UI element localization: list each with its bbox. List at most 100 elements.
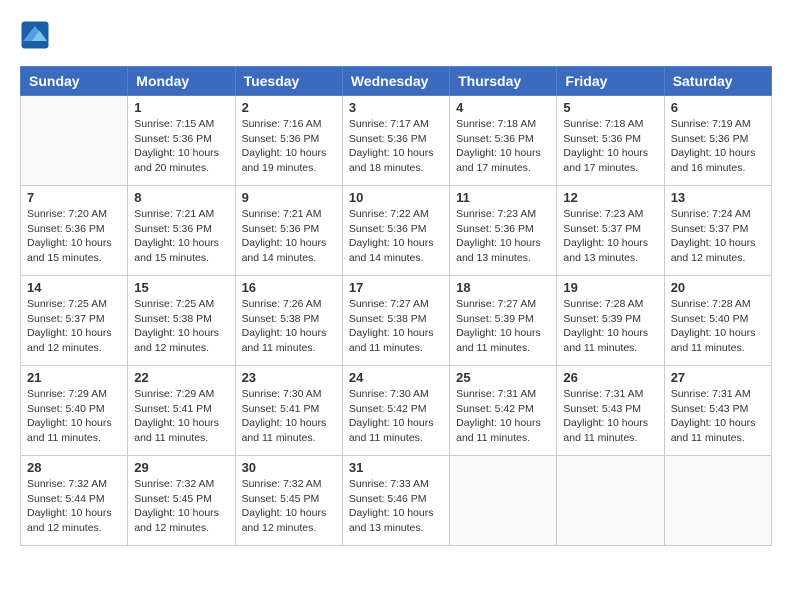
- day-info: Sunrise: 7:17 AM Sunset: 5:36 PM Dayligh…: [349, 117, 443, 176]
- calendar-cell: 2 Sunrise: 7:16 AM Sunset: 5:36 PM Daylig…: [235, 96, 342, 186]
- calendar-cell: [664, 456, 771, 546]
- week-row-1: 1 Sunrise: 7:15 AM Sunset: 5:36 PM Daylig…: [21, 96, 772, 186]
- calendar-cell: [450, 456, 557, 546]
- day-number: 2: [242, 100, 336, 115]
- calendar-body: 1 Sunrise: 7:15 AM Sunset: 5:36 PM Daylig…: [21, 96, 772, 546]
- day-info: Sunrise: 7:20 AM Sunset: 5:36 PM Dayligh…: [27, 207, 121, 266]
- day-info: Sunrise: 7:26 AM Sunset: 5:38 PM Dayligh…: [242, 297, 336, 356]
- day-header-sunday: Sunday: [21, 67, 128, 96]
- calendar-cell: 5 Sunrise: 7:18 AM Sunset: 5:36 PM Daylig…: [557, 96, 664, 186]
- day-info: Sunrise: 7:18 AM Sunset: 5:36 PM Dayligh…: [456, 117, 550, 176]
- day-header-wednesday: Wednesday: [342, 67, 449, 96]
- day-info: Sunrise: 7:27 AM Sunset: 5:38 PM Dayligh…: [349, 297, 443, 356]
- day-info: Sunrise: 7:27 AM Sunset: 5:39 PM Dayligh…: [456, 297, 550, 356]
- day-header-tuesday: Tuesday: [235, 67, 342, 96]
- calendar-cell: [557, 456, 664, 546]
- day-info: Sunrise: 7:31 AM Sunset: 5:42 PM Dayligh…: [456, 387, 550, 446]
- day-info: Sunrise: 7:31 AM Sunset: 5:43 PM Dayligh…: [563, 387, 657, 446]
- calendar-cell: 26 Sunrise: 7:31 AM Sunset: 5:43 PM Dayli…: [557, 366, 664, 456]
- day-info: Sunrise: 7:29 AM Sunset: 5:40 PM Dayligh…: [27, 387, 121, 446]
- week-row-4: 21 Sunrise: 7:29 AM Sunset: 5:40 PM Dayli…: [21, 366, 772, 456]
- day-info: Sunrise: 7:31 AM Sunset: 5:43 PM Dayligh…: [671, 387, 765, 446]
- day-info: Sunrise: 7:28 AM Sunset: 5:39 PM Dayligh…: [563, 297, 657, 356]
- calendar-cell: 8 Sunrise: 7:21 AM Sunset: 5:36 PM Daylig…: [128, 186, 235, 276]
- calendar-cell: 23 Sunrise: 7:30 AM Sunset: 5:41 PM Dayli…: [235, 366, 342, 456]
- day-number: 10: [349, 190, 443, 205]
- calendar-cell: 7 Sunrise: 7:20 AM Sunset: 5:36 PM Daylig…: [21, 186, 128, 276]
- page-header: [20, 20, 772, 50]
- day-info: Sunrise: 7:21 AM Sunset: 5:36 PM Dayligh…: [242, 207, 336, 266]
- day-number: 13: [671, 190, 765, 205]
- calendar-cell: 25 Sunrise: 7:31 AM Sunset: 5:42 PM Dayli…: [450, 366, 557, 456]
- day-header-friday: Friday: [557, 67, 664, 96]
- calendar-cell: 11Sunrise: 7:23 AM Sunset: 5:36 PM Dayli…: [450, 186, 557, 276]
- day-number: 8: [134, 190, 228, 205]
- day-info: Sunrise: 7:25 AM Sunset: 5:37 PM Dayligh…: [27, 297, 121, 356]
- day-info: Sunrise: 7:23 AM Sunset: 5:37 PM Dayligh…: [563, 207, 657, 266]
- day-number: 18: [456, 280, 550, 295]
- day-number: 16: [242, 280, 336, 295]
- day-number: 31: [349, 460, 443, 475]
- day-number: 1: [134, 100, 228, 115]
- calendar-cell: 3 Sunrise: 7:17 AM Sunset: 5:36 PM Daylig…: [342, 96, 449, 186]
- logo: [20, 20, 54, 50]
- calendar-table: SundayMondayTuesdayWednesdayThursdayFrid…: [20, 66, 772, 546]
- day-header-thursday: Thursday: [450, 67, 557, 96]
- calendar-cell: 21 Sunrise: 7:29 AM Sunset: 5:40 PM Dayli…: [21, 366, 128, 456]
- day-info: Sunrise: 7:24 AM Sunset: 5:37 PM Dayligh…: [671, 207, 765, 266]
- day-info: Sunrise: 7:32 AM Sunset: 5:44 PM Dayligh…: [27, 477, 121, 536]
- calendar-cell: 16 Sunrise: 7:26 AM Sunset: 5:38 PM Dayli…: [235, 276, 342, 366]
- logo-icon: [20, 20, 50, 50]
- day-number: 25: [456, 370, 550, 385]
- day-number: 5: [563, 100, 657, 115]
- day-number: 29: [134, 460, 228, 475]
- calendar-cell: 1 Sunrise: 7:15 AM Sunset: 5:36 PM Daylig…: [128, 96, 235, 186]
- day-info: Sunrise: 7:30 AM Sunset: 5:41 PM Dayligh…: [242, 387, 336, 446]
- day-header-saturday: Saturday: [664, 67, 771, 96]
- calendar-cell: [21, 96, 128, 186]
- calendar-cell: 6 Sunrise: 7:19 AM Sunset: 5:36 PM Daylig…: [664, 96, 771, 186]
- day-number: 19: [563, 280, 657, 295]
- day-info: Sunrise: 7:16 AM Sunset: 5:36 PM Dayligh…: [242, 117, 336, 176]
- day-number: 26: [563, 370, 657, 385]
- day-info: Sunrise: 7:22 AM Sunset: 5:36 PM Dayligh…: [349, 207, 443, 266]
- calendar-header-row: SundayMondayTuesdayWednesdayThursdayFrid…: [21, 67, 772, 96]
- calendar-cell: 28 Sunrise: 7:32 AM Sunset: 5:44 PM Dayli…: [21, 456, 128, 546]
- calendar-cell: 14 Sunrise: 7:25 AM Sunset: 5:37 PM Dayli…: [21, 276, 128, 366]
- calendar-cell: 13 Sunrise: 7:24 AM Sunset: 5:37 PM Dayli…: [664, 186, 771, 276]
- day-number: 20: [671, 280, 765, 295]
- day-info: Sunrise: 7:18 AM Sunset: 5:36 PM Dayligh…: [563, 117, 657, 176]
- calendar-cell: 31Sunrise: 7:33 AM Sunset: 5:46 PM Dayli…: [342, 456, 449, 546]
- calendar-cell: 19 Sunrise: 7:28 AM Sunset: 5:39 PM Dayli…: [557, 276, 664, 366]
- day-number: 14: [27, 280, 121, 295]
- day-number: 24: [349, 370, 443, 385]
- day-info: Sunrise: 7:19 AM Sunset: 5:36 PM Dayligh…: [671, 117, 765, 176]
- day-number: 3: [349, 100, 443, 115]
- day-number: 17: [349, 280, 443, 295]
- calendar-cell: 15Sunrise: 7:25 AM Sunset: 5:38 PM Dayli…: [128, 276, 235, 366]
- day-info: Sunrise: 7:30 AM Sunset: 5:42 PM Dayligh…: [349, 387, 443, 446]
- day-info: Sunrise: 7:32 AM Sunset: 5:45 PM Dayligh…: [242, 477, 336, 536]
- week-row-2: 7 Sunrise: 7:20 AM Sunset: 5:36 PM Daylig…: [21, 186, 772, 276]
- day-info: Sunrise: 7:21 AM Sunset: 5:36 PM Dayligh…: [134, 207, 228, 266]
- day-number: 21: [27, 370, 121, 385]
- day-number: 27: [671, 370, 765, 385]
- day-info: Sunrise: 7:15 AM Sunset: 5:36 PM Dayligh…: [134, 117, 228, 176]
- day-number: 11: [456, 190, 550, 205]
- calendar-cell: 17 Sunrise: 7:27 AM Sunset: 5:38 PM Dayli…: [342, 276, 449, 366]
- day-info: Sunrise: 7:25 AM Sunset: 5:38 PM Dayligh…: [134, 297, 228, 356]
- calendar-cell: 18 Sunrise: 7:27 AM Sunset: 5:39 PM Dayli…: [450, 276, 557, 366]
- day-number: 28: [27, 460, 121, 475]
- calendar-cell: 20Sunrise: 7:28 AM Sunset: 5:40 PM Dayli…: [664, 276, 771, 366]
- day-number: 7: [27, 190, 121, 205]
- day-info: Sunrise: 7:29 AM Sunset: 5:41 PM Dayligh…: [134, 387, 228, 446]
- day-number: 22: [134, 370, 228, 385]
- week-row-3: 14 Sunrise: 7:25 AM Sunset: 5:37 PM Dayli…: [21, 276, 772, 366]
- day-number: 6: [671, 100, 765, 115]
- calendar-cell: 10 Sunrise: 7:22 AM Sunset: 5:36 PM Dayli…: [342, 186, 449, 276]
- calendar-cell: 12Sunrise: 7:23 AM Sunset: 5:37 PM Dayli…: [557, 186, 664, 276]
- day-number: 23: [242, 370, 336, 385]
- calendar-cell: 29Sunrise: 7:32 AM Sunset: 5:45 PM Dayli…: [128, 456, 235, 546]
- calendar-cell: 27 Sunrise: 7:31 AM Sunset: 5:43 PM Dayli…: [664, 366, 771, 456]
- day-number: 4: [456, 100, 550, 115]
